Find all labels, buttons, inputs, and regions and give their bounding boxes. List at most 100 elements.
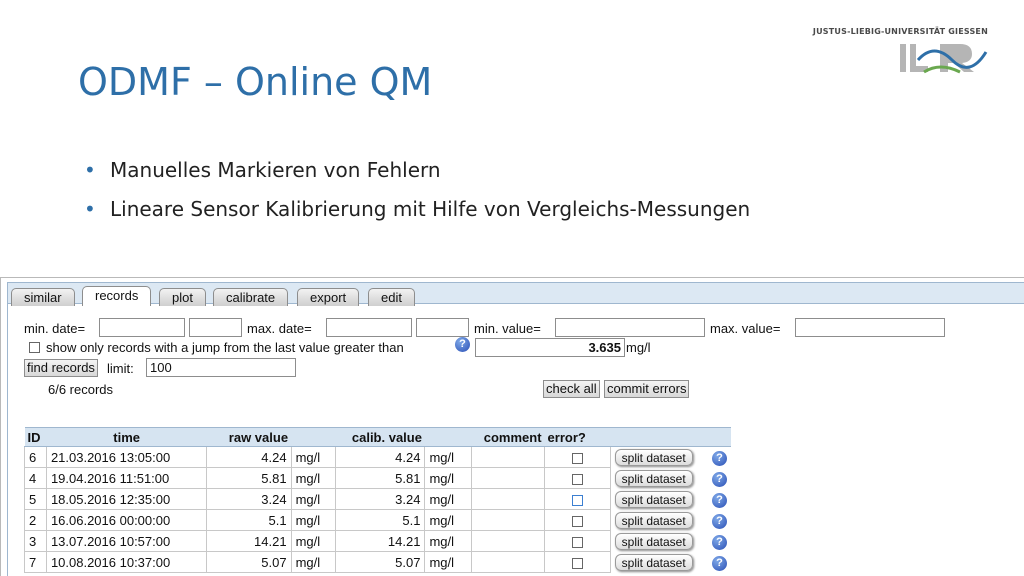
min-date-label: min. date= (24, 321, 86, 336)
bullet-item: • Manuelles Markieren von Fehlern (84, 156, 750, 195)
table-row: 3 13.07.2016 10:57:00 14.21 mg/l 14.21 m… (24, 530, 732, 552)
split-dataset-button[interactable]: split dataset (614, 511, 693, 529)
tab-records[interactable]: records (82, 286, 152, 306)
row-help-cell: ? (708, 489, 731, 510)
min-value-input[interactable] (555, 318, 705, 337)
row-time: 19.04.2016 11:51:00 (45, 467, 208, 489)
max-time-input[interactable] (416, 318, 469, 337)
row-error-cell (544, 551, 611, 573)
row-raw-unit: mg/l (290, 446, 337, 468)
min-value-label: min. value= (474, 321, 541, 336)
help-icon[interactable]: ? (711, 450, 727, 466)
split-dataset-button[interactable]: split dataset (614, 532, 693, 550)
row-time: 13.07.2016 10:57:00 (45, 530, 208, 552)
row-calib-value: 4.24 (335, 446, 426, 468)
bullet-text: Lineare Sensor Kalibrierung mit Hilfe vo… (110, 197, 751, 221)
header-raw-unit (291, 427, 336, 447)
row-id: 4 (24, 467, 47, 489)
help-icon[interactable]: ? (711, 555, 727, 571)
split-dataset-button[interactable]: split dataset (614, 553, 693, 571)
min-time-input[interactable] (189, 318, 242, 337)
split-dataset-button[interactable]: split dataset (614, 448, 693, 466)
error-checkbox[interactable] (571, 557, 583, 569)
help-icon[interactable]: ? (711, 492, 727, 508)
row-id: 2 (24, 509, 47, 531)
table-row: 5 18.05.2016 12:35:00 3.24 mg/l 3.24 mg/… (24, 488, 732, 510)
split-dataset-button[interactable]: split dataset (614, 469, 693, 487)
help-icon[interactable]: ? (711, 534, 727, 550)
limit-input[interactable] (146, 358, 296, 377)
row-comment[interactable] (471, 551, 546, 573)
university-name: JUSTUS-LIEBIG-UNIVERSITÄT GIESSEN (812, 27, 988, 36)
error-checkbox[interactable] (571, 536, 583, 548)
row-error-cell (544, 530, 611, 552)
ilr-logo (900, 44, 988, 74)
row-calib-unit: mg/l (424, 530, 473, 552)
row-comment[interactable] (471, 509, 546, 531)
row-calib-unit: mg/l (424, 488, 473, 510)
max-date-input[interactable] (326, 318, 412, 337)
row-raw-unit: mg/l (290, 467, 337, 489)
help-icon[interactable]: ? (711, 513, 727, 529)
table-row: 6 21.03.2016 13:05:00 4.24 mg/l 4.24 mg/… (24, 446, 732, 468)
row-time: 18.05.2016 12:35:00 (45, 488, 208, 510)
row-help-cell: ? (708, 468, 731, 489)
bullet-dot-icon: • (84, 197, 96, 221)
header-raw-value: raw value (206, 427, 292, 447)
row-help-cell: ? (708, 510, 731, 531)
header-calib-value: calib. value (335, 427, 425, 447)
row-help-cell: ? (708, 531, 731, 552)
odmf-app-screenshot: similar records plot calibrate export ed… (0, 277, 1024, 576)
row-comment[interactable] (471, 530, 546, 552)
table-header-row: ID time raw value calib. value comment e… (24, 427, 731, 447)
min-date-input[interactable] (99, 318, 185, 337)
row-error-cell (544, 509, 611, 531)
jump-threshold-input[interactable] (475, 338, 625, 357)
slide-title: ODMF – Online QM (78, 60, 433, 104)
commit-errors-button[interactable]: commit errors (604, 380, 690, 398)
bullet-list: • Manuelles Markieren von Fehlern • Linear… (84, 156, 750, 234)
limit-label: limit: (107, 361, 134, 376)
row-comment[interactable] (471, 488, 546, 510)
row-comment[interactable] (471, 467, 546, 489)
bullet-item: • Lineare Sensor Kalibrierung mit Hilfe v… (84, 195, 750, 234)
record-count: 6/6 records (48, 382, 114, 397)
header-comment: comment (471, 427, 545, 447)
row-split-cell: split dataset (610, 468, 708, 489)
row-comment[interactable] (471, 446, 546, 468)
table-row: 7 10.08.2016 10:37:00 5.07 mg/l 5.07 mg/… (24, 551, 732, 573)
row-error-cell (544, 488, 611, 510)
tab-bar: similar records plot calibrate export ed… (7, 282, 1024, 306)
row-raw-unit: mg/l (290, 551, 337, 573)
error-checkbox[interactable] (571, 452, 583, 464)
row-time: 10.08.2016 10:37:00 (45, 551, 208, 573)
row-error-cell (544, 446, 611, 468)
find-records-button[interactable]: find records (24, 359, 98, 377)
error-checkbox[interactable] (571, 515, 583, 527)
row-id: 6 (24, 446, 47, 468)
error-checkbox[interactable] (571, 494, 583, 506)
split-dataset-button[interactable]: split dataset (614, 490, 693, 508)
max-value-label: max. value= (710, 321, 781, 336)
max-value-input[interactable] (795, 318, 945, 337)
row-split-cell: split dataset (610, 510, 708, 531)
jump-filter-checkbox[interactable] (29, 342, 40, 353)
row-id: 3 (24, 530, 47, 552)
row-help-cell: ? (708, 447, 731, 468)
help-icon[interactable]: ? (455, 337, 470, 352)
row-split-cell: split dataset (610, 531, 708, 552)
row-time: 16.06.2016 00:00:00 (45, 509, 208, 531)
row-time: 21.03.2016 13:05:00 (45, 446, 208, 468)
header-help (707, 427, 731, 447)
row-calib-value: 3.24 (335, 488, 426, 510)
row-raw-unit: mg/l (290, 509, 337, 531)
records-panel: min. date= max. date= min. value= max. v… (7, 304, 1024, 576)
row-calib-unit: mg/l (424, 551, 473, 573)
help-icon[interactable]: ? (711, 471, 727, 487)
row-raw-value: 5.07 (206, 551, 292, 573)
check-all-button[interactable]: check all (543, 380, 600, 398)
error-checkbox[interactable] (571, 473, 583, 485)
header-time: time (46, 427, 207, 447)
row-raw-value: 5.81 (206, 467, 292, 489)
table-row: 2 16.06.2016 00:00:00 5.1 mg/l 5.1 mg/l … (24, 509, 732, 531)
